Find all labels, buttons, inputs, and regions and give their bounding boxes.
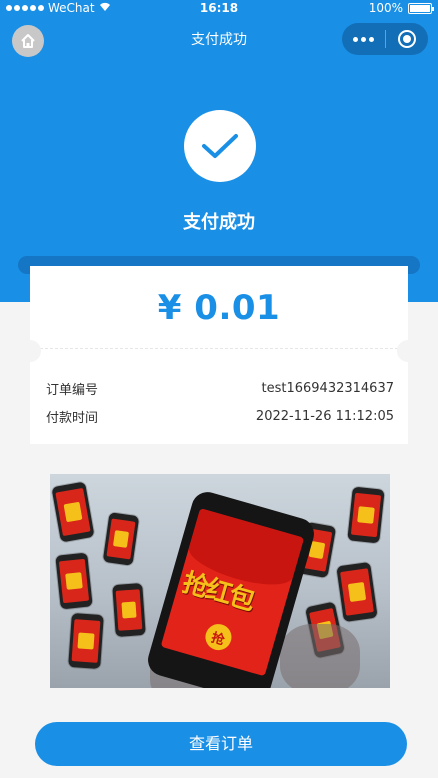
battery-percent: 100%	[368, 1, 403, 15]
banner-phone	[51, 481, 95, 543]
order-number-row: 订单编号 test1669432314637	[46, 377, 394, 399]
nav-bar: 支付成功	[0, 18, 438, 62]
battery-icon	[408, 2, 434, 14]
banner-phone	[347, 486, 385, 544]
banner-phone	[336, 561, 378, 623]
banner-phone	[68, 612, 104, 670]
status-bar: WeChat 16:18 100%	[0, 0, 438, 16]
pay-time-label: 付款时间	[46, 410, 99, 426]
success-title: 支付成功	[183, 212, 255, 233]
mini-program-capsule	[342, 23, 428, 55]
banner-phone	[55, 552, 93, 610]
close-target-icon[interactable]	[386, 23, 429, 55]
amount-card: ¥ 0.01	[30, 266, 408, 348]
view-order-button[interactable]: 查看订单	[35, 722, 407, 766]
ticket-notch-right	[397, 340, 419, 362]
banner-phone	[102, 512, 140, 566]
pay-time-row: 付款时间 2022-11-26 11:12:05	[46, 405, 394, 427]
banner-phone	[112, 583, 146, 637]
pay-time-value: 2022-11-26 11:12:05	[255, 408, 394, 424]
order-info-card: 订单编号 test1669432314637 付款时间 2022-11-26 1…	[30, 348, 408, 444]
order-number-label: 订单编号	[46, 382, 99, 398]
payment-amount: ¥ 0.01	[157, 288, 281, 328]
success-check-icon	[184, 110, 256, 182]
banner-hand	[280, 624, 360, 688]
more-dots-icon[interactable]	[342, 23, 385, 55]
promo-banner[interactable]: 抢红包 抢	[50, 474, 390, 688]
banner-grab-coin: 抢	[202, 621, 235, 654]
order-number-value: test1669432314637	[261, 380, 395, 396]
ticket-notch-left	[19, 340, 41, 362]
